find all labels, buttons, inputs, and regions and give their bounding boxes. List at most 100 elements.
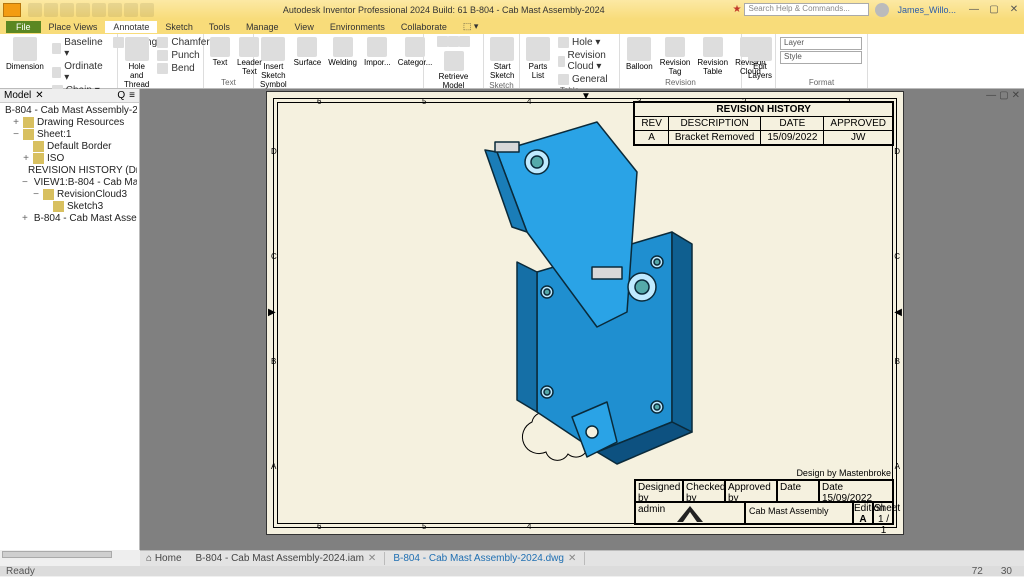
ribbon-panel-retrieve: Retrieve Model Annotations Retrieve — [424, 34, 484, 88]
tree-node[interactable]: −VIEW1:B-804 - Cab Mast Assembly-2024... — [2, 177, 137, 189]
revision-table-button[interactable]: Revision Table — [695, 36, 730, 77]
tree-node[interactable]: +ISO — [2, 153, 137, 165]
start-sketch-button[interactable]: Start Sketch — [488, 36, 516, 81]
star-icon: ★ — [730, 4, 745, 15]
node-icon — [23, 117, 34, 128]
tab-environments[interactable]: Environments — [322, 21, 393, 33]
tree-node[interactable]: Default Border — [2, 141, 137, 153]
browser-menu-icon[interactable]: ≡ — [129, 90, 135, 101]
tab-view[interactable]: View — [286, 21, 321, 33]
browser-header: Model✕ Q ≡ — [0, 89, 139, 103]
ribbon-tabs: File Place Views Annotate Sketch Tools M… — [0, 19, 1024, 34]
maximize-button[interactable]: ▢ — [984, 4, 1004, 15]
app-icon — [3, 3, 21, 17]
tree-node[interactable]: +B-804 - Cab Mast Assembly-2024.iam — [2, 213, 137, 225]
edit-layers-button[interactable]: Edit Layers — [746, 36, 774, 81]
status-text: Ready — [6, 566, 35, 577]
drawing-canvas[interactable]: —▢✕ 6 5 4 3 2 1 6 5 4 D C B A D C B A ▼ … — [140, 89, 1024, 550]
close-button[interactable]: ✕ — [1004, 4, 1024, 15]
revision-cloud-menu[interactable]: Revision Cloud ▾ — [555, 49, 615, 73]
ribbon-panel-dimension: Dimension Baseline ▾ Ordinate ▾ Chain ▾ … — [0, 34, 118, 88]
tree-node[interactable]: Sketch3 — [2, 201, 137, 213]
tab-annotate[interactable]: Annotate — [105, 21, 157, 33]
tab-place-views[interactable]: Place Views — [41, 21, 106, 33]
ordinate-button[interactable]: Ordinate ▾ — [49, 60, 107, 84]
layer-dropdown[interactable]: Layer — [780, 37, 862, 50]
document-tab[interactable]: B-804 - Cab Mast Assembly-2024.dwg✕ — [385, 552, 585, 565]
tree-node[interactable]: REVISION HISTORY (Drawing) — [2, 165, 137, 177]
general-table-button[interactable]: General — [555, 73, 615, 86]
ribbon-panel-text: Text Leader Text Text — [204, 34, 254, 88]
user-label[interactable]: James_Willo... — [897, 5, 956, 15]
window-controls: — ▢ ✕ — [964, 4, 1024, 15]
hole-thread-button[interactable]: Hole and Thread — [122, 36, 151, 90]
revision-tag-button[interactable]: Revision Tag — [658, 36, 693, 77]
qat-btn[interactable] — [140, 3, 154, 17]
ribbon-panel-revision: Balloon Revision Tag Revision Table Revi… — [620, 34, 742, 88]
qat-btn[interactable] — [28, 3, 42, 17]
surface-button[interactable]: Surface — [292, 36, 324, 68]
node-icon — [33, 153, 44, 164]
ribbon-panel-format: Layer Style Format — [776, 34, 868, 88]
balloon-button[interactable]: Balloon — [624, 36, 655, 72]
quick-access-toolbar — [24, 3, 158, 17]
qat-btn[interactable] — [124, 3, 138, 17]
tree-root[interactable]: B-804 - Cab Mast Assembly-2024 — [2, 105, 137, 117]
tab-manage[interactable]: Manage — [238, 21, 287, 33]
baseline-button[interactable]: Baseline ▾ — [49, 36, 107, 60]
tab-sketch[interactable]: Sketch — [157, 21, 201, 33]
close-icon[interactable]: ✕ — [368, 553, 376, 564]
qat-btn[interactable] — [44, 3, 58, 17]
center-mark-right: ◀ — [894, 307, 902, 318]
welding-button[interactable]: Welding — [326, 36, 359, 68]
ribbon-panel-layers: Edit Layers — [742, 34, 776, 88]
avatar[interactable] — [875, 3, 889, 17]
qat-btn[interactable] — [108, 3, 122, 17]
tree-node[interactable]: −RevisionCloud3 — [2, 189, 137, 201]
sketch-symbol-button[interactable]: Insert Sketch Symbol — [258, 36, 289, 90]
tab-tools[interactable]: Tools — [201, 21, 238, 33]
ribbon-panel-sketch: Start Sketch Sketch — [484, 34, 520, 88]
qat-btn[interactable] — [60, 3, 74, 17]
home-tab[interactable]: ⌂ Home — [140, 553, 188, 564]
title-block[interactable]: Designed byadmin Checked by Approved by … — [634, 479, 894, 525]
text-button[interactable]: Text — [208, 36, 232, 68]
drawing-sheet: 6 5 4 3 2 1 6 5 4 D C B A D C B A ▼ ▶ ◀ … — [266, 91, 904, 535]
node-icon — [23, 129, 34, 140]
tab-collaborate[interactable]: Collaborate — [393, 21, 455, 33]
browser-search-icon[interactable]: Q — [117, 90, 125, 101]
import-button[interactable]: Impor... — [362, 36, 393, 68]
tab-file[interactable]: File — [6, 21, 41, 33]
close-icon[interactable]: ✕ — [568, 553, 576, 564]
minimize-button[interactable]: — — [964, 4, 984, 15]
node-icon — [33, 141, 44, 152]
tree-node[interactable]: −Sheet:1 — [2, 129, 137, 141]
ribbon-panel-symbols: Insert Sketch Symbol Surface Welding Imp… — [254, 34, 424, 88]
browser-scrollbar[interactable] — [0, 550, 140, 560]
document-tab[interactable]: B-804 - Cab Mast Assembly-2024.iam✕ — [188, 552, 386, 565]
status-bar: Ready 7230 — [0, 566, 1024, 576]
qat-btn[interactable] — [92, 3, 106, 17]
ribbon-panel-table: Parts List Hole ▾ Revision Cloud ▾ Gener… — [520, 34, 620, 88]
dimension-button[interactable]: Dimension — [4, 36, 46, 72]
logo-icon — [677, 506, 703, 522]
design-by-label: Design by Mastenbroke — [796, 468, 891, 478]
style-dropdown[interactable]: Style — [780, 51, 862, 64]
tab-extra[interactable]: ⬚ ▾ — [455, 20, 487, 33]
qat-btn[interactable] — [76, 3, 90, 17]
node-icon — [53, 201, 64, 212]
center-mark-left: ▶ — [268, 307, 276, 318]
ribbon-panel-feature-notes: Hole and Thread Chamfer Punch Bend Featu… — [118, 34, 204, 88]
drawing-view[interactable] — [477, 112, 697, 472]
node-icon — [43, 189, 54, 200]
browser-title: Model — [4, 90, 31, 101]
document-tabs: ⌂ Home B-804 - Cab Mast Assembly-2024.ia… — [140, 550, 1024, 566]
title-bar: Autodesk Inventor Professional 2024 Buil… — [0, 0, 1024, 19]
hole-table-button[interactable]: Hole ▾ — [555, 36, 615, 49]
help-search-input[interactable]: Search Help & Commands... — [744, 3, 869, 16]
parts-list-button[interactable]: Parts List — [524, 36, 552, 81]
browser-tree: B-804 - Cab Mast Assembly-2024 +Drawing … — [0, 103, 139, 227]
tree-node[interactable]: +Drawing Resources — [2, 117, 137, 129]
mdi-controls: —▢✕ — [986, 90, 1020, 101]
center-mark-top: ▼ — [581, 91, 591, 102]
